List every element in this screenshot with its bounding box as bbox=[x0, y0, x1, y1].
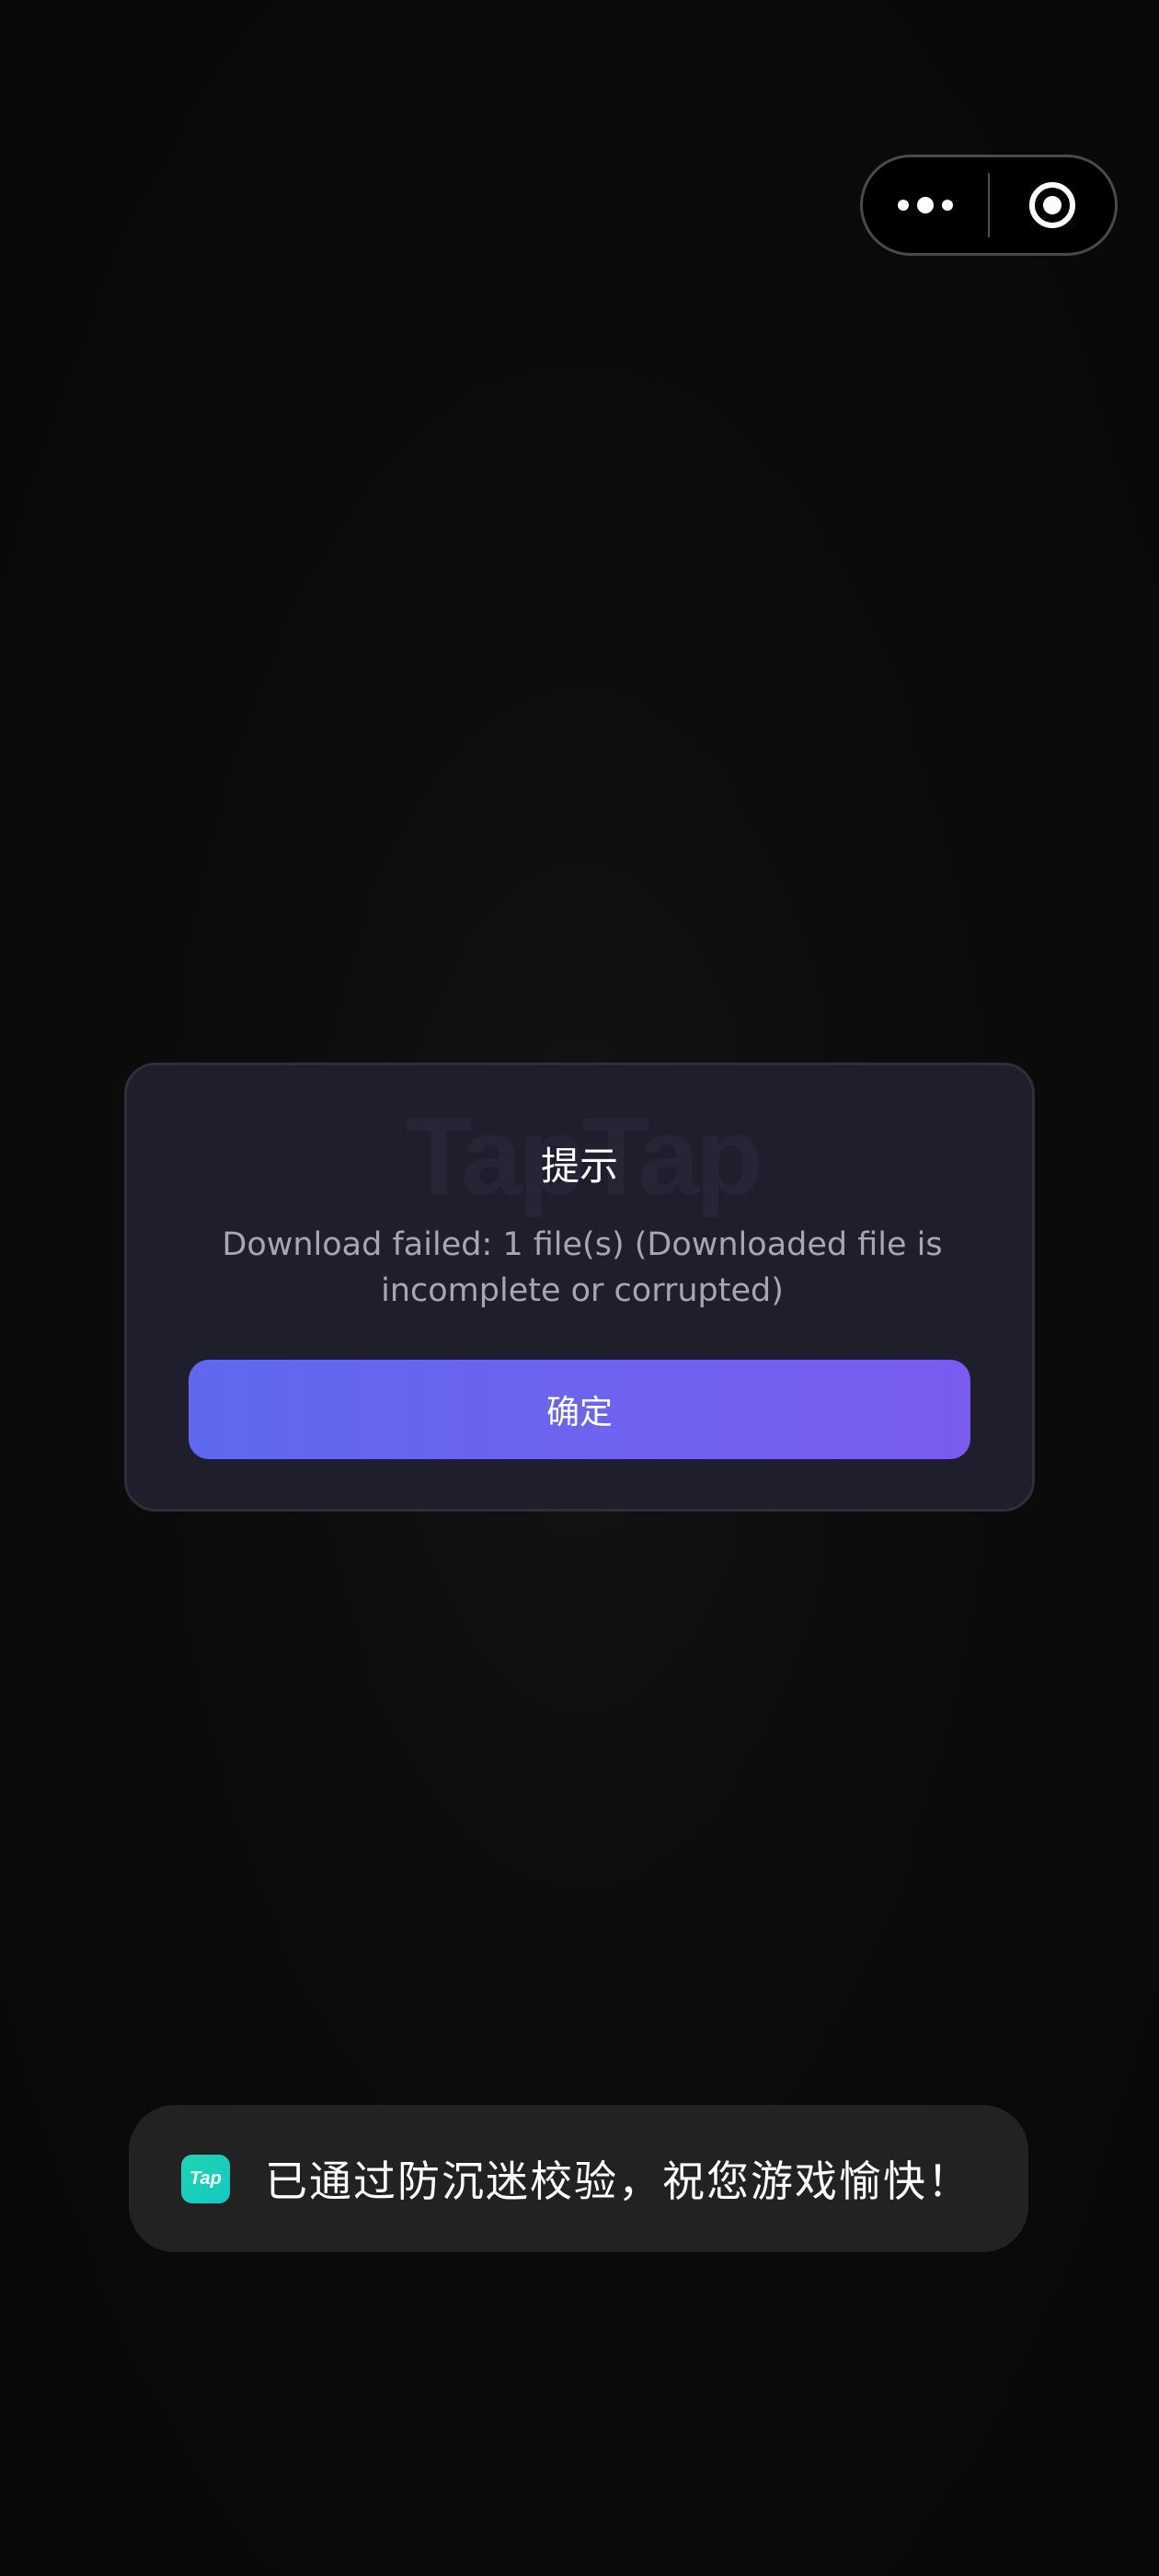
confirm-button[interactable]: 确定 bbox=[189, 1360, 970, 1459]
more-dots-icon bbox=[897, 197, 953, 213]
dialog-title: 提示 bbox=[540, 1144, 618, 1189]
toast-message: 已通过防沉迷校验，祝您游戏愉快！ bbox=[265, 2156, 971, 2206]
dialog-message: Download failed: 1 file(s) (Downloaded f… bbox=[222, 1226, 943, 1309]
screen: TapTap 提示 Download failed: 1 file(s) (Do… bbox=[0, 0, 1159, 2576]
capsule-menu bbox=[860, 155, 1118, 256]
close-button[interactable] bbox=[990, 157, 1115, 253]
alert-dialog: TapTap 提示 Download failed: 1 file(s) (Do… bbox=[124, 1063, 1035, 1512]
target-circle-icon bbox=[1029, 182, 1076, 228]
more-button[interactable] bbox=[863, 157, 988, 253]
taptap-logo-icon: Tap bbox=[181, 2154, 230, 2203]
toast-notification: Tap 已通过防沉迷校验，祝您游戏愉快！ bbox=[129, 2105, 1028, 2252]
